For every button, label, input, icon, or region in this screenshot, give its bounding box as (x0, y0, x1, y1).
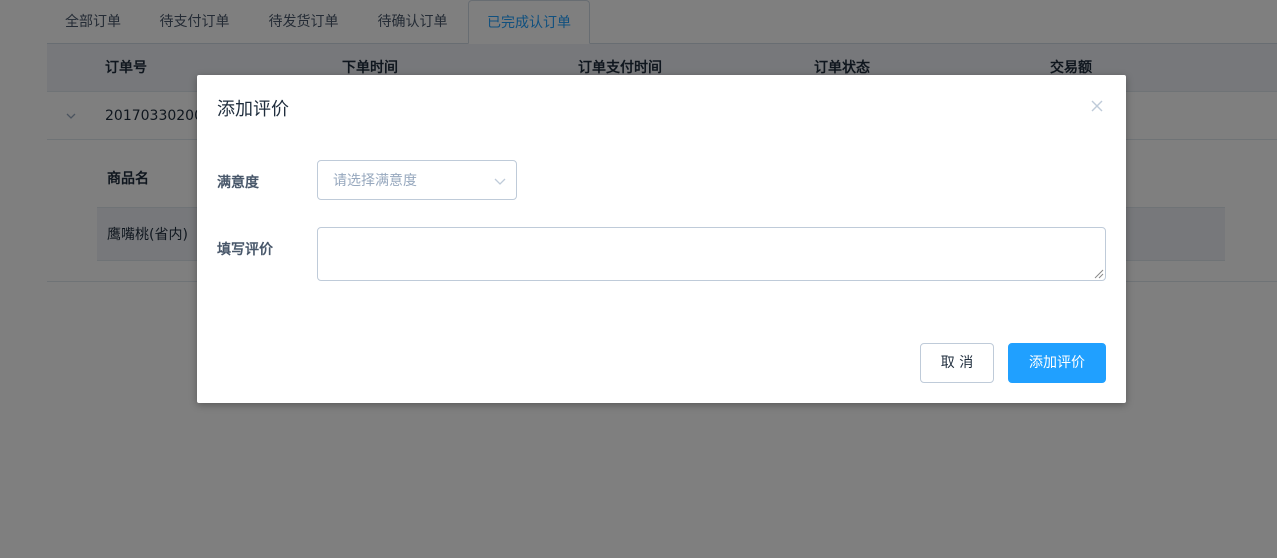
resize-handle-icon[interactable] (1094, 269, 1104, 279)
satisfaction-select-placeholder: 请选择满意度 (333, 173, 417, 189)
close-icon[interactable] (1090, 99, 1104, 113)
review-label: 填写评价 (217, 242, 273, 258)
satisfaction-select[interactable]: 请选择满意度 (317, 160, 517, 200)
satisfaction-label: 满意度 (217, 175, 259, 191)
chevron-down-icon (494, 178, 506, 185)
add-review-button[interactable]: 添加评价 (1008, 343, 1106, 383)
page: 全部订单 待支付订单 待发货订单 待确认订单 已完成认订单 订单号 下单时间 订… (0, 0, 1277, 558)
review-textarea[interactable] (317, 227, 1106, 281)
cancel-button[interactable]: 取 消 (920, 343, 994, 383)
add-review-dialog: 添加评价 满意度 请选择满意度 填写评价 取 消 添加评价 (197, 75, 1126, 403)
dialog-title: 添加评价 (217, 99, 289, 120)
